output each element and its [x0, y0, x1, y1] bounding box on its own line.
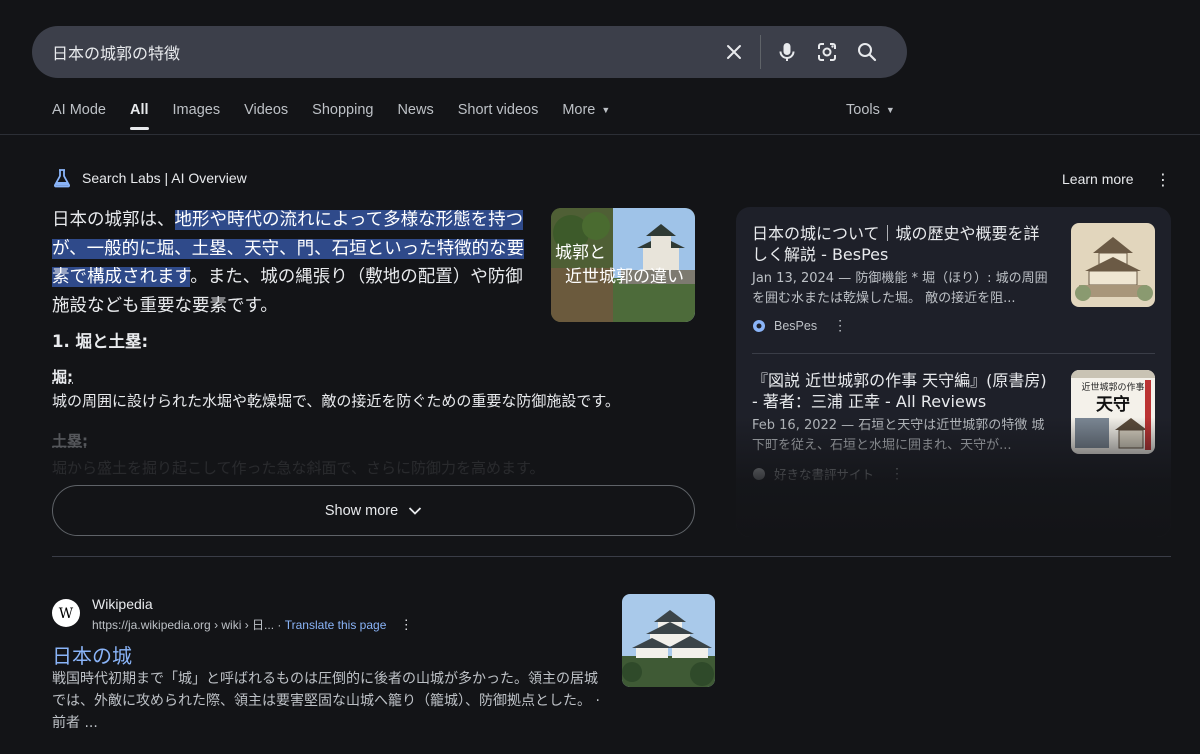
page: 日本の城郭の特徴 AI Mode All Images Videos Shopp…	[0, 0, 1200, 754]
result-thumbnail[interactable]	[622, 594, 715, 687]
tab-label: Shopping	[312, 102, 374, 118]
castle-sketch-image	[1071, 223, 1155, 307]
tab-label: Videos	[244, 102, 289, 118]
tab-label: Short videos	[457, 102, 539, 118]
tab-images[interactable]: Images	[173, 102, 221, 130]
book-cover-title: 天守	[1096, 394, 1130, 415]
tab-shopping[interactable]: Shopping	[312, 102, 373, 130]
caret-down-icon: ▼	[601, 105, 611, 116]
wikipedia-w-icon: W	[59, 606, 74, 620]
caret-down-icon: ▼	[885, 105, 895, 116]
book-cover-image: 近世城郭の作事 天守	[1071, 370, 1155, 454]
source-divider	[752, 353, 1155, 354]
tab-label: More	[562, 102, 596, 118]
faded-content: 土塁: 堀から盛土を掘り起こして作った急な斜面で、さらに防御力を高めます。	[52, 430, 652, 478]
tab-news[interactable]: News	[397, 102, 433, 130]
source-snippet: Jan 13, 2024 — 防御機能 * 堀（ほり）: 城の周囲を囲む水または…	[752, 271, 1048, 306]
source-thumbnail[interactable]	[1071, 223, 1155, 307]
chevron-down-icon	[409, 506, 422, 515]
intro-text: 日本の城郭は、	[52, 210, 175, 230]
tools-label: Tools	[846, 102, 880, 118]
source-site-name: 好きな書評サイト	[774, 468, 875, 482]
source-card[interactable]: 『図説 近世城郭の作事 天守編』(原書房) - 著者：三浦 正幸 - All R…	[752, 370, 1155, 483]
camera-lens-icon	[818, 43, 836, 61]
thumbnail-text: 城郭と	[555, 243, 606, 263]
site-favicon-icon	[753, 467, 765, 480]
clear-button[interactable]	[714, 32, 754, 72]
ai-overview-text: 日本の城郭は、地形や時代の流れによって多様な形態を持つが、一般的に堀、土塁、天守…	[52, 206, 537, 320]
tools-button[interactable]: Tools ▼	[846, 102, 895, 118]
castle-comparison-image: 城郭と 近世城郭の違い	[551, 208, 695, 322]
globe-icon	[753, 319, 765, 332]
lens-search-button[interactable]	[807, 32, 847, 72]
tab-more[interactable]: More ▼	[562, 102, 610, 130]
item-title-hori[interactable]: 堀:	[52, 366, 73, 387]
tab-ai-mode[interactable]: AI Mode	[52, 102, 106, 130]
source-thumbnail[interactable]: 近世城郭の作事 天守	[1071, 370, 1155, 454]
more-options-icon[interactable]: ⋮	[833, 317, 847, 334]
search-bar[interactable]: 日本の城郭の特徴	[32, 26, 907, 78]
item-text-dorui: 堀から盛土を掘り起こして作った急な斜面で、さらに防御力を高めます。	[52, 459, 545, 477]
ai-sources-panel: 日本の城について｜城の歴史や概要を詳しく解説 - BesPes Jan 13, …	[736, 207, 1171, 537]
show-more-button[interactable]: Show more	[52, 485, 695, 536]
source-title[interactable]: 『図説 近世城郭の作事 天守編』(原書房) - 著者：三浦 正幸 - All R…	[752, 370, 1052, 412]
tab-label: All	[130, 102, 149, 118]
tab-label: AI Mode	[52, 102, 106, 118]
result-title-link[interactable]: 日本の城	[52, 640, 132, 669]
microphone-icon	[779, 43, 795, 61]
book-cover-subtitle: 近世城郭の作事	[1081, 381, 1144, 393]
tab-label: Images	[172, 102, 221, 118]
svg-text:W: W	[59, 606, 74, 620]
search-bar-actions	[714, 26, 887, 78]
source-card[interactable]: 日本の城について｜城の歴史や概要を詳しく解説 - BesPes Jan 13, …	[752, 223, 1155, 334]
tabs-divider	[0, 134, 1200, 135]
tab-videos[interactable]: Videos	[244, 102, 288, 130]
result-site-name[interactable]: Wikipedia	[92, 596, 153, 612]
search-icon	[858, 43, 877, 62]
item-text-hori: 城の周囲に設けられた水堀や乾燥堀で、敵の接近を防ぐための重要な防御施設です。	[52, 392, 620, 410]
search-bar-divider	[760, 35, 761, 69]
ai-overview-header: Search Labs | AI Overview	[52, 168, 247, 188]
result-url-line: https://ja.wikipedia.org › wiki › 日... ·…	[92, 616, 413, 633]
search-input[interactable]: 日本の城郭の特徴	[52, 40, 714, 64]
item-title-dorui: 土塁:	[52, 432, 88, 450]
source-snippet: Feb 16, 2022 — 石垣と天守は近世城郭の特徴 城下町を従え、石垣と水…	[752, 418, 1045, 453]
himeji-castle-image	[622, 594, 715, 687]
show-more-label: Show more	[324, 502, 399, 519]
wikipedia-favicon[interactable]: W	[52, 599, 80, 627]
thumbnail-text: 近世城郭の違い	[565, 267, 684, 287]
search-button[interactable]	[847, 32, 887, 72]
section-divider	[52, 556, 1171, 557]
tab-label: News	[397, 102, 434, 118]
close-icon	[727, 45, 741, 59]
more-options-icon[interactable]: ⋮	[1155, 172, 1171, 188]
ai-overview-title: Search Labs | AI Overview	[82, 170, 247, 186]
more-options-icon[interactable]: ⋮	[400, 617, 413, 632]
result-url[interactable]: https://ja.wikipedia.org › wiki › 日...	[92, 618, 274, 632]
result-snippet: 戦国時代初期まで「城」と呼ばれるものは圧倒的に後者の山城が多かった。領主の居城で…	[52, 671, 600, 731]
ai-overview-thumbnail[interactable]: 城郭と 近世城郭の違い	[551, 208, 695, 322]
source-site[interactable]: BesPes ⋮	[752, 317, 1155, 334]
tab-all[interactable]: All	[130, 102, 149, 130]
section-heading: 1. 堀と土塁:	[52, 332, 149, 351]
learn-more-link[interactable]: Learn more	[1062, 171, 1134, 187]
voice-search-button[interactable]	[767, 32, 807, 72]
flask-icon	[53, 169, 71, 188]
translate-link[interactable]: Translate this page	[285, 618, 387, 632]
separator-dot: ·	[277, 618, 285, 632]
tab-short-videos[interactable]: Short videos	[458, 102, 539, 130]
source-site[interactable]: 好きな書評サイト ⋮	[752, 464, 1155, 483]
source-title[interactable]: 日本の城について｜城の歴史や概要を詳しく解説 - BesPes	[752, 223, 1052, 265]
more-options-icon[interactable]: ⋮	[890, 465, 904, 482]
search-tabs: AI Mode All Images Videos Shopping News …	[52, 102, 610, 130]
source-site-name: BesPes	[774, 318, 818, 333]
